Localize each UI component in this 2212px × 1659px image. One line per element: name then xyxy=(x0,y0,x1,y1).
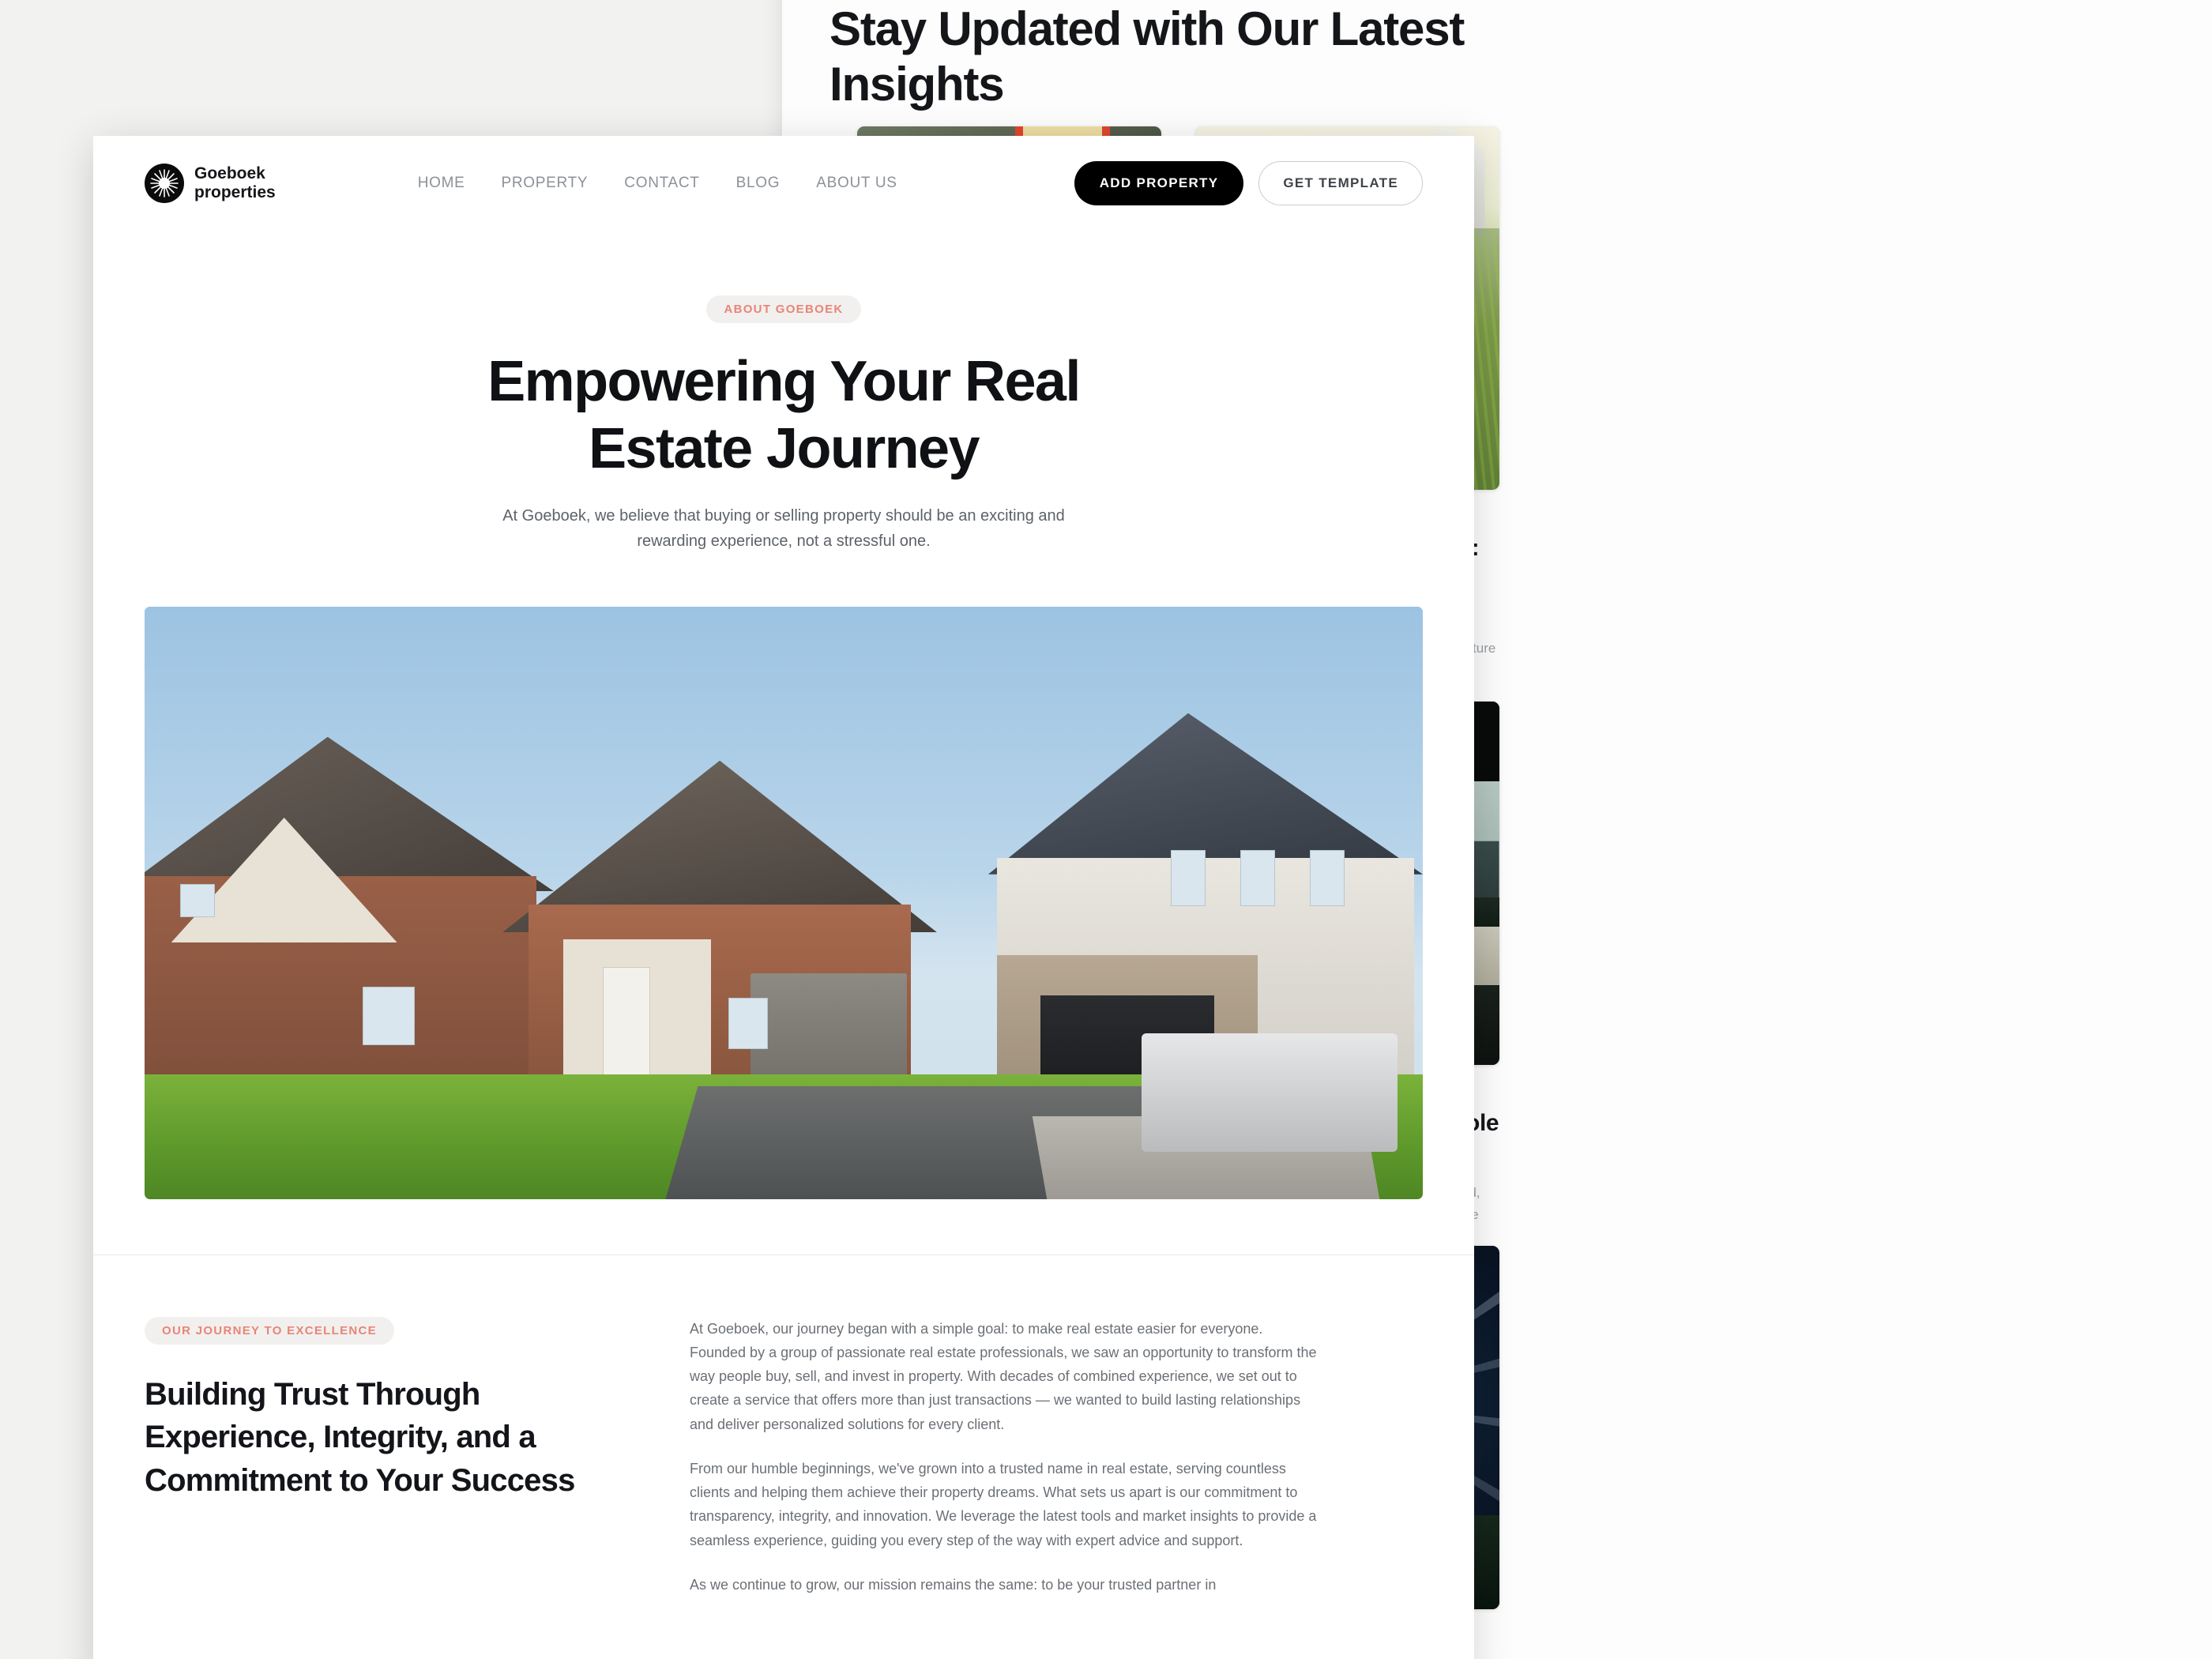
hero-section: ABOUT GOEBOEK Empowering Your Real Estat… xyxy=(93,231,1474,1199)
page-title: Empowering Your Real Estate Journey xyxy=(93,348,1474,483)
nav-item-property[interactable]: PROPERTY xyxy=(502,175,589,192)
brand-name-line2: properties xyxy=(194,183,276,201)
navbar: Goeboek properties HOME PROPERTY CONTACT… xyxy=(93,136,1474,231)
hero-title-line2: Estate Journey xyxy=(589,416,980,480)
nav-item-about-us[interactable]: ABOUT US xyxy=(816,175,897,192)
house-left xyxy=(145,736,554,1104)
journey-badge: OUR JOURNEY TO EXCELLENCE xyxy=(145,1316,394,1345)
sunburst-icon xyxy=(145,164,184,203)
nav-actions: ADD PROPERTY GET TEMPLATE xyxy=(1074,161,1423,205)
hero-property-image xyxy=(145,606,1423,1199)
about-paragraph-3: As we continue to grow, our mission rema… xyxy=(690,1576,1217,1593)
add-property-button[interactable]: ADD PROPERTY xyxy=(1074,161,1244,205)
about-right-column: At Goeboek, our journey began with a sim… xyxy=(690,1317,1322,1617)
nav-item-blog[interactable]: BLOG xyxy=(736,175,781,192)
brand-name-line1: Goeboek xyxy=(194,164,265,183)
hero-subtitle: At Goeboek, we believe that buying or se… xyxy=(502,506,1065,551)
trailer xyxy=(1142,1033,1398,1152)
brand-name: Goeboek properties xyxy=(194,164,276,201)
insights-heading: Stay Updated with Our Latest Insights xyxy=(830,2,1465,111)
about-section: OUR JOURNEY TO EXCELLENCE Building Trust… xyxy=(93,1254,1474,1617)
hero-title-line1: Empowering Your Real xyxy=(487,350,1081,413)
nav-item-contact[interactable]: CONTACT xyxy=(624,175,699,192)
about-paragraph-2: From our humble beginnings, we've grown … xyxy=(690,1460,1317,1548)
about-paragraph-1: At Goeboek, our journey began with a sim… xyxy=(690,1320,1317,1432)
about-title: Building Trust Through Experience, Integ… xyxy=(145,1376,575,1499)
get-template-button[interactable]: GET TEMPLATE xyxy=(1258,161,1423,205)
about-badge: ABOUT GOEBOEK xyxy=(706,295,861,323)
house-middle xyxy=(502,760,938,1104)
about-left-column: OUR JOURNEY TO EXCELLENCE Building Trust… xyxy=(145,1316,634,1617)
nav-links: HOME PROPERTY CONTACT BLOG ABOUT US xyxy=(418,175,897,192)
brand-logo[interactable]: Goeboek properties xyxy=(145,164,276,203)
website-window: Goeboek properties HOME PROPERTY CONTACT… xyxy=(93,136,1474,1659)
nav-item-home[interactable]: HOME xyxy=(418,175,465,192)
